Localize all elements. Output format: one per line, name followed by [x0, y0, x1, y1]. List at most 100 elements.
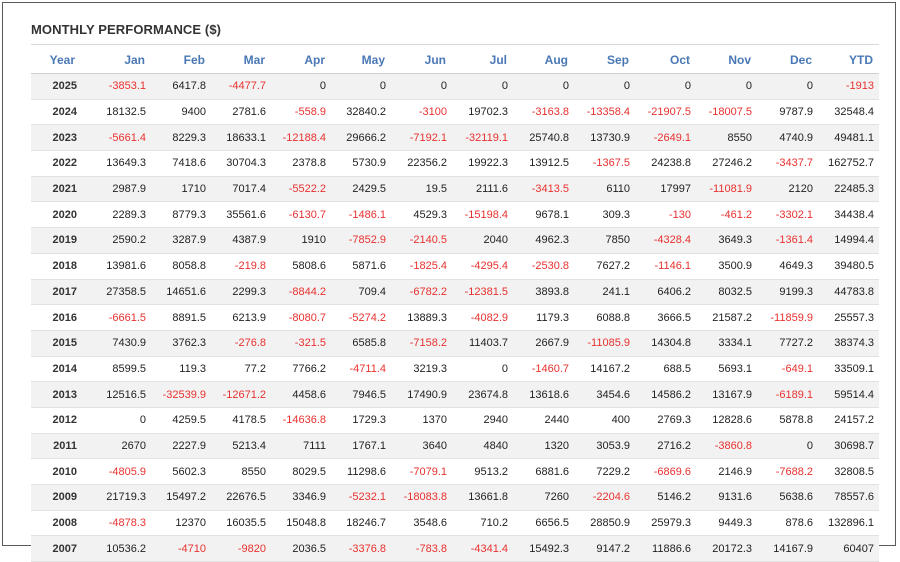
month-value-cell: 3500.9 [696, 253, 757, 280]
table-row: 2023 -5661.4 8229.3 18633.1 -12188.4 29666.2-… [31, 124, 879, 152]
month-value-cell: 32840.2 [331, 99, 391, 126]
month-value-cell: 14304.8 [635, 330, 696, 357]
month-value-cell: 2429.5 [331, 176, 391, 203]
month-value-cell: 6110 [574, 176, 635, 203]
month-value-cell: 3666.5 [635, 304, 696, 331]
month-value-cell: 2440 [513, 407, 574, 434]
table-row: 2021 2987.9 1710 7017.4 -5522.2 2429.5 19.5 211… [31, 176, 879, 203]
month-value-cell: 7418.6 [151, 150, 211, 177]
month-value-cell: 19702.3 [452, 99, 513, 126]
month-value-cell: -3376.8 [331, 535, 391, 562]
month-value-cell: 7946.5 [331, 381, 391, 408]
column-header-year: Year [31, 47, 91, 74]
month-value-cell: 0 [513, 73, 574, 100]
ytd-cell: 24157.2 [818, 407, 879, 434]
ytd-cell: 60407 [818, 535, 879, 562]
month-value-cell: 0 [331, 73, 391, 100]
column-header-feb: Feb [151, 47, 211, 74]
month-value-cell: -18083.8 [391, 484, 452, 511]
month-value-cell: 13889.3 [391, 304, 452, 331]
monthly-performance-table: Year Jan Feb Mar Apr May Jun Jul Aug Sep Oct Nov Dec… [31, 47, 879, 562]
month-value-cell: -12188.4 [271, 124, 331, 152]
month-value-cell: -321.5 [271, 330, 331, 357]
month-value-cell: 11403.7 [452, 330, 513, 357]
month-value-cell: 14167.2 [574, 356, 635, 383]
month-value-cell: 3219.3 [391, 356, 452, 383]
table-row: 2010 -4805.9 5602.3 8550 8029.5 11298.6 -7079.… [31, 458, 879, 485]
ytd-cell: 25557.3 [818, 304, 879, 331]
month-value-cell: 5871.6 [331, 253, 391, 280]
month-value-cell: 4259.5 [151, 407, 211, 434]
month-value-cell: 2590.2 [91, 227, 151, 254]
month-value-cell: -7158.2 [391, 330, 452, 357]
month-value-cell: 2716.2 [635, 433, 696, 460]
year-cell: 2010 [31, 458, 91, 485]
month-value-cell: -4082.9 [452, 304, 513, 331]
month-value-cell: 1179.3 [513, 304, 574, 331]
month-value-cell: 8550 [696, 124, 757, 152]
month-value-cell: -18007.5 [696, 99, 757, 126]
month-value-cell: 13167.9 [696, 381, 757, 408]
year-cell: 2011 [31, 433, 91, 460]
month-value-cell: 27358.5 [91, 279, 151, 306]
month-value-cell: -6782.2 [391, 279, 452, 306]
month-value-cell: 13912.5 [513, 150, 574, 177]
performance-panel: MONTHLY PERFORMANCE ($) Year Jan Feb Mar Apr… [2, 2, 896, 562]
month-value-cell: -1146.1 [635, 253, 696, 280]
month-value-cell: 4178.5 [211, 407, 271, 434]
year-cell: 2019 [31, 227, 91, 254]
year-cell: 2025 [31, 73, 91, 100]
month-value-cell: 4387.9 [211, 227, 271, 254]
title-divider [31, 44, 879, 45]
month-value-cell: 21719.3 [91, 484, 151, 511]
ytd-cell: 30698.7 [818, 433, 879, 460]
month-value-cell: 4458.6 [271, 381, 331, 408]
year-cell: 2013 [31, 381, 91, 408]
month-value-cell: 7017.4 [211, 176, 271, 203]
month-value-cell: 8550 [211, 458, 271, 485]
month-value-cell: 25979.3 [635, 510, 696, 537]
month-value-cell: 0 [574, 73, 635, 100]
ytd-cell: 32808.5 [818, 458, 879, 485]
month-value-cell: -7852.9 [331, 227, 391, 254]
month-value-cell: 24238.8 [635, 150, 696, 177]
year-cell: 2007 [31, 535, 91, 562]
month-value-cell: 3640 [391, 433, 452, 460]
month-value-cell: 15492.3 [513, 535, 574, 562]
month-value-cell: 2299.3 [211, 279, 271, 306]
month-value-cell: 27246.2 [696, 150, 757, 177]
month-value-cell: 7260 [513, 484, 574, 511]
ytd-cell: 44783.8 [818, 279, 879, 306]
ytd-cell: 78557.6 [818, 484, 879, 511]
month-value-cell: -1825.4 [391, 253, 452, 280]
column-header-apr: Apr [271, 47, 331, 74]
month-value-cell: 0 [757, 73, 818, 100]
month-value-cell: -6869.6 [635, 458, 696, 485]
month-value-cell: 25740.8 [513, 124, 574, 152]
month-value-cell: 8029.5 [271, 458, 331, 485]
month-value-cell: 13649.3 [91, 150, 151, 177]
table-row: 2015 7430.9 3762.3 -276.8 -321.5 6585.8 -7158.… [31, 330, 879, 357]
month-value-cell: -1367.5 [574, 150, 635, 177]
month-value-cell: 1370 [391, 407, 452, 434]
table-row: 2022 13649.3 7418.6 30704.3 2378.8 5730.9 2235… [31, 150, 879, 177]
month-value-cell: -4341.4 [452, 535, 513, 562]
ytd-cell: 14994.4 [818, 227, 879, 254]
month-value-cell: 2378.8 [271, 150, 331, 177]
month-value-cell: 17997 [635, 176, 696, 203]
month-value-cell: 0 [696, 73, 757, 100]
month-value-cell: -649.1 [757, 356, 818, 383]
month-value-cell: -2204.6 [574, 484, 635, 511]
month-value-cell: -32119.1 [452, 124, 513, 152]
month-value-cell: 9678.1 [513, 201, 574, 229]
month-value-cell: -461.2 [696, 201, 757, 229]
month-value-cell: 21587.2 [696, 304, 757, 331]
month-value-cell: 12828.6 [696, 407, 757, 434]
month-value-cell: 309.3 [574, 201, 635, 229]
month-value-cell: 2227.9 [151, 433, 211, 460]
month-value-cell: -4878.3 [91, 510, 151, 537]
month-value-cell: 2120 [757, 176, 818, 203]
month-value-cell: 9787.9 [757, 99, 818, 126]
year-cell: 2016 [31, 304, 91, 331]
month-value-cell: 3454.6 [574, 381, 635, 408]
